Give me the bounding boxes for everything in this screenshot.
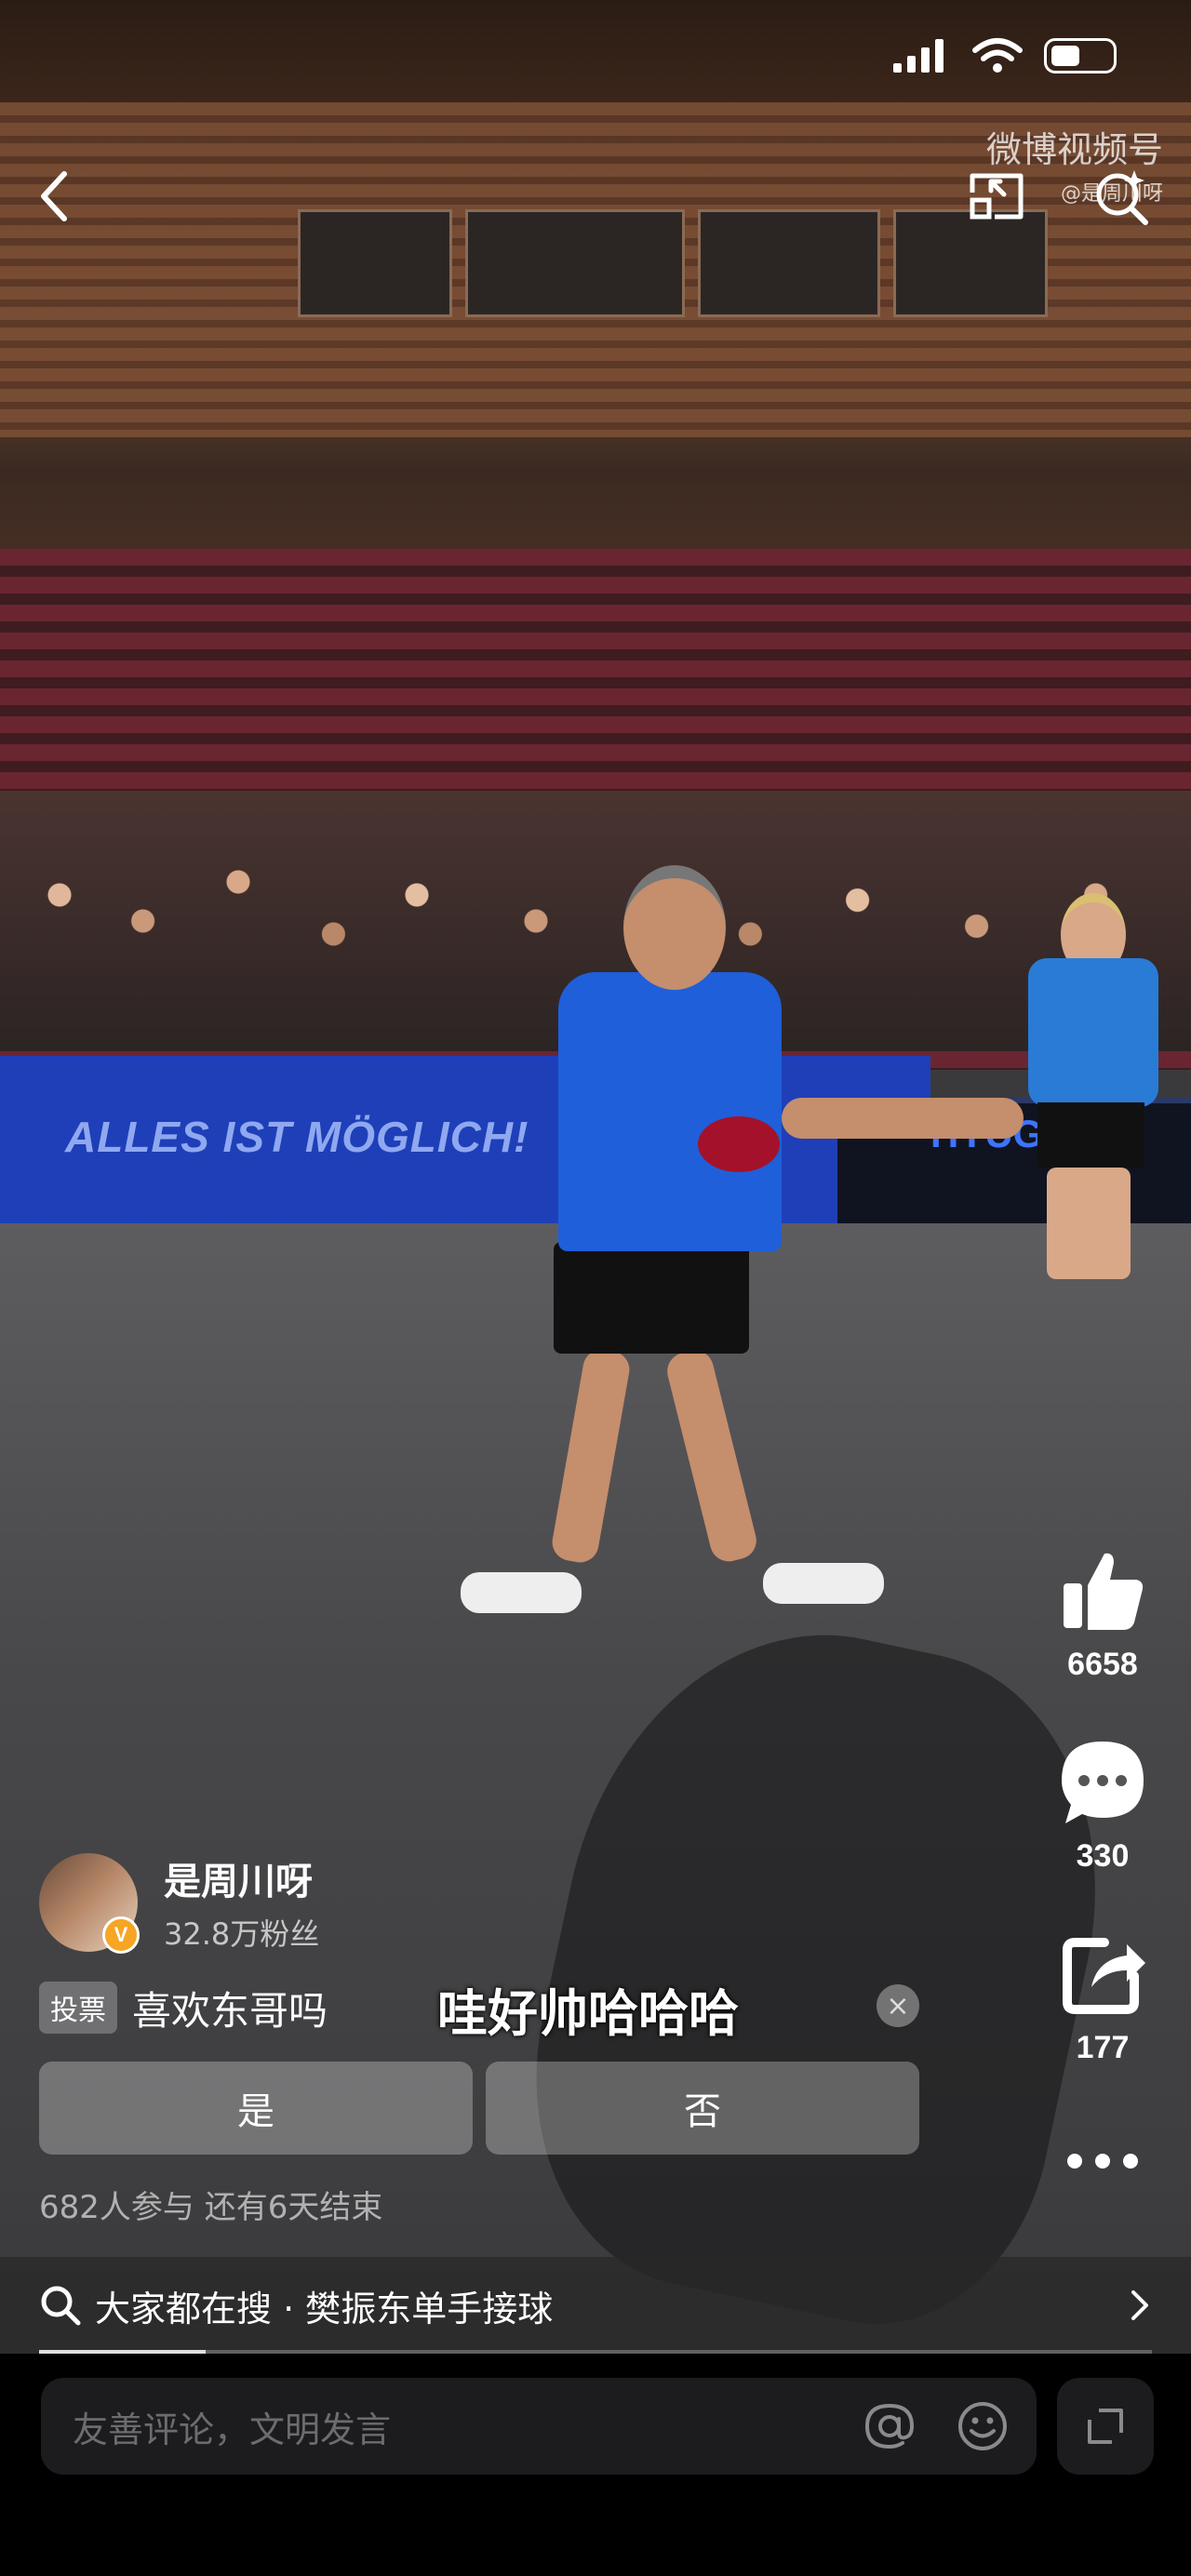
search-button[interactable] <box>1089 164 1154 229</box>
status-bar <box>891 37 1117 74</box>
wifi-icon <box>972 38 1023 73</box>
search-sparkle-icon <box>1096 170 1148 225</box>
screen-mode-icon <box>970 173 1024 220</box>
trending-search-label: 大家都在搜 · 樊振东单手接球 <box>95 2288 554 2329</box>
back-arrow-icon <box>41 171 67 221</box>
expand-comments-button[interactable] <box>1057 2378 1154 2475</box>
trending-search-bar[interactable]: 大家都在搜 · 樊振东单手接球 <box>0 2257 1191 2354</box>
paddle <box>698 1116 780 1172</box>
vote-tag: 投票 <box>39 1982 117 2034</box>
thumbs-up-icon <box>1064 1553 1144 1630</box>
author-info[interactable]: V 是周川呀 32.8万粉丝 <box>39 1851 319 1954</box>
vote-question: 喜欢东哥吗 <box>132 1987 328 2034</box>
signal-icon <box>893 39 943 73</box>
balcony-window <box>465 209 685 317</box>
vote-stats: 682人参与 还有6天结束 <box>39 2189 383 2226</box>
chevron-right-icon <box>1131 2290 1148 2320</box>
comment-count: 330 <box>1076 1838 1130 1874</box>
emoji-icon[interactable] <box>957 2400 1009 2452</box>
mention-icon[interactable] <box>863 2400 916 2452</box>
opponent-player <box>1014 893 1172 1284</box>
battery-icon <box>1044 38 1117 73</box>
back-button[interactable] <box>22 164 87 229</box>
expand-icon <box>1088 2409 1123 2444</box>
screen-mode-button[interactable] <box>964 164 1029 229</box>
author-name[interactable]: 是周川呀 <box>164 1851 319 1905</box>
comment-input[interactable]: 友善评论，文明发言 <box>41 2378 1037 2475</box>
video-caption: 哇好帅哈哈哈 <box>437 1984 739 2043</box>
share-button[interactable]: 177 <box>1042 1928 1163 2066</box>
more-dots-icon <box>1067 2154 1138 2169</box>
vote-option-no[interactable]: 否 <box>486 2062 919 2155</box>
verified-badge: V <box>102 1916 140 1954</box>
share-icon <box>1063 1938 1145 2014</box>
author-fans: 32.8万粉丝 <box>164 1916 320 1952</box>
search-icon <box>41 2286 81 2326</box>
comment-button[interactable]: 330 <box>1042 1736 1163 1875</box>
more-button[interactable] <box>1042 2147 1163 2179</box>
main-player <box>461 865 1024 1647</box>
comment-bubble-icon <box>1062 1742 1144 1823</box>
comment-placeholder: 友善评论，文明发言 <box>73 2409 392 2450</box>
vote-close-button[interactable]: × <box>877 1984 919 2027</box>
avatar[interactable]: V <box>39 1853 140 1954</box>
video-progress-bar[interactable] <box>39 2350 1152 2354</box>
balcony-window <box>298 209 452 317</box>
vote-option-yes[interactable]: 是 <box>39 2062 473 2155</box>
balcony-window <box>698 209 880 317</box>
like-button[interactable]: 6658 <box>1042 1544 1163 1683</box>
progress-fill <box>39 2350 207 2354</box>
board-text: ALLES IST MÖGLICH! <box>65 1113 529 1161</box>
like-count: 6658 <box>1067 1647 1138 1682</box>
share-count: 177 <box>1076 2030 1130 2065</box>
